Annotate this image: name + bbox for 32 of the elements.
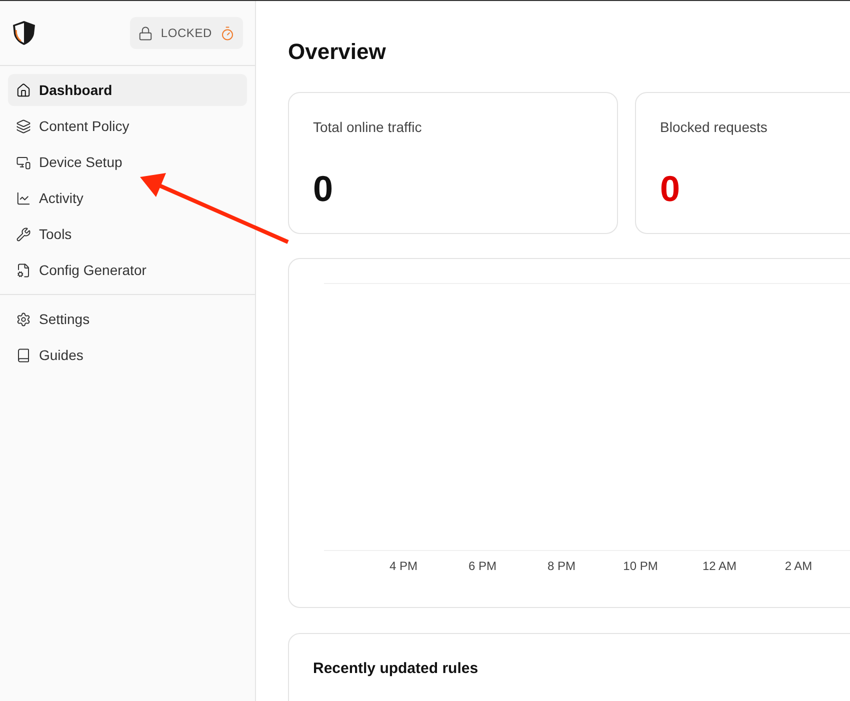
devices-icon: [16, 154, 31, 170]
card-title: Recently updated rules: [313, 659, 478, 679]
stat-value: 0: [660, 167, 680, 211]
axis-label: 10 PM: [623, 558, 658, 575]
axis-label: 2 AM: [784, 558, 812, 575]
sidebar-item[interactable]: Settings: [8, 303, 247, 335]
line-chart-icon: [16, 190, 31, 206]
axis-label: 8 PM: [547, 558, 576, 575]
lock-icon: [138, 26, 153, 40]
axis-label: 4 PM: [389, 558, 418, 575]
stat-value: 0: [313, 167, 334, 211]
page-title: Overview: [288, 38, 386, 66]
axis-label: 6 PM: [468, 558, 496, 575]
sidebar-item[interactable]: Tools: [8, 218, 247, 250]
file-gear-icon: [16, 262, 31, 278]
sidebar-item[interactable]: Content Policy: [8, 110, 247, 142]
locked-status-button[interactable]: LOCKED: [130, 17, 243, 49]
home-icon: [16, 82, 31, 98]
stat-label: Total online traffic: [313, 118, 422, 137]
settings-icon: [16, 312, 31, 326]
sidebar-item[interactable]: Activity: [8, 182, 247, 214]
sidebar-item[interactable]: Dashboard: [8, 74, 247, 106]
wrench-icon: [16, 226, 31, 242]
timer-icon: [220, 26, 235, 40]
sidebar-item[interactable]: Config Generator: [8, 254, 247, 286]
sidebar-item[interactable]: Guides: [8, 339, 247, 371]
stat-label: Blocked requests: [660, 118, 768, 137]
layers-icon: [16, 118, 31, 134]
book-icon: [16, 348, 31, 362]
shield-logo-icon: [12, 20, 36, 46]
sidebar-item[interactable]: Device Setup: [8, 146, 247, 178]
axis-label: 12 AM: [702, 558, 737, 575]
